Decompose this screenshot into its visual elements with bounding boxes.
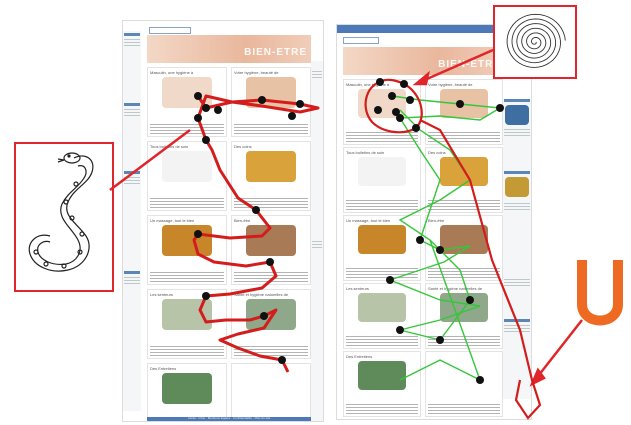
left-fixation-dot	[278, 356, 286, 364]
left-fixation-dot	[266, 258, 274, 266]
right-fixation-dot	[406, 96, 414, 104]
right-fixation-dot	[376, 78, 384, 86]
left-fixation-dot	[202, 136, 210, 144]
right-fixation-dot	[436, 336, 444, 344]
right-fixation-dot	[386, 276, 394, 284]
right-fixation-dot	[396, 326, 404, 334]
left-fixation-dot	[214, 106, 222, 114]
left-fixation-dot	[252, 206, 260, 214]
left-fixation-dot	[260, 312, 268, 320]
left-fixation-dot	[258, 96, 266, 104]
u-connector-arrow	[534, 319, 583, 381]
right-fixation-dot	[374, 106, 382, 114]
left-fixation-dot	[296, 100, 304, 108]
right-fixation-dot	[388, 92, 396, 100]
right-fixation-dot	[456, 100, 464, 108]
scanpath-overlay	[109, 48, 583, 420]
right-fixation-dot	[412, 124, 420, 132]
left-red-scanpath	[192, 94, 320, 373]
right-fixation-dot	[496, 104, 504, 112]
left-fixation-dot	[194, 114, 202, 122]
right-fixation-dot	[466, 296, 474, 304]
right-fixation-dot	[436, 246, 444, 254]
left-fixation-dot	[194, 92, 202, 100]
left-fixation-dot	[202, 292, 210, 300]
right-fixation-dot	[396, 114, 404, 122]
left-fixation-dot	[288, 112, 296, 120]
right-fixation-dot	[400, 80, 408, 88]
spiral-connector-arrow	[419, 48, 494, 84]
left-fixation-dot	[202, 104, 210, 112]
right-fixation-dot	[476, 376, 484, 384]
left-fixation-dot	[194, 230, 202, 238]
snake-connector-arrow	[109, 129, 191, 191]
right-fixation-dot	[416, 236, 424, 244]
